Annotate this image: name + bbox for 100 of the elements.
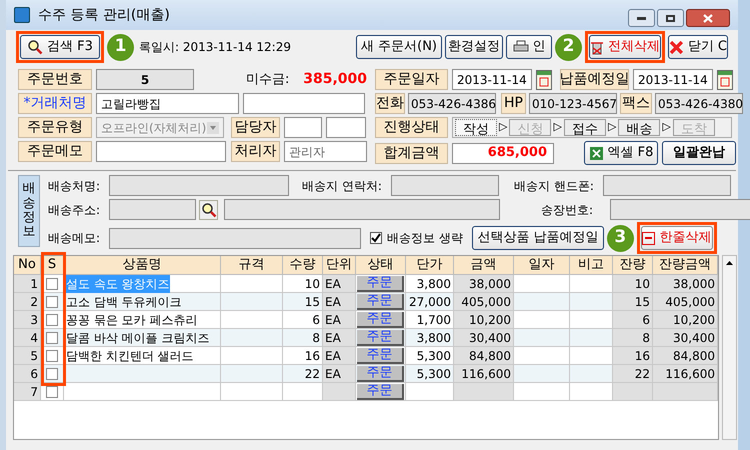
input-field[interactable] <box>391 175 499 196</box>
status-button[interactable]: 주문 <box>357 276 404 292</box>
field-label: 주문번호 <box>18 69 92 90</box>
input-field[interactable]: 053-426-4380 <box>655 93 743 114</box>
status-step[interactable]: 작성 <box>455 119 497 136</box>
table-cell: 담백한 치킨텐더 샐러드 <box>64 347 221 365</box>
table-cell: 10 <box>613 275 653 293</box>
close-window-button[interactable]: 닫기 C <box>668 35 728 59</box>
table-cell: 6 <box>283 311 323 329</box>
calendar-icon[interactable] <box>717 70 733 90</box>
input-field[interactable] <box>96 141 226 162</box>
row-checkbox[interactable] <box>46 368 58 380</box>
input-field[interactable] <box>610 199 750 220</box>
table-cell <box>221 347 283 365</box>
table-cell: 8 <box>613 329 653 347</box>
table-cell <box>514 383 570 401</box>
table-cell <box>570 347 613 365</box>
status-step[interactable]: 접수 <box>564 119 606 136</box>
step-badge: 1 <box>107 34 134 60</box>
field-label: 주문유형 <box>18 117 92 138</box>
table-cell: 8 <box>283 329 323 347</box>
input-field[interactable]: 관리자 <box>284 141 367 162</box>
table-cell: 38,000 <box>653 275 718 293</box>
table-cell: 5,300 <box>406 365 454 383</box>
trash-icon <box>590 40 604 54</box>
complete-all-button[interactable]: 일괄완납 <box>662 141 736 165</box>
toolbar-button[interactable]: 새 주문서(N) <box>356 35 442 59</box>
input-field[interactable] <box>109 175 289 196</box>
print-button[interactable]: 인 <box>506 35 552 59</box>
field-label: 주문일자 <box>375 69 448 90</box>
status-button[interactable]: 주문 <box>357 330 404 346</box>
input-field[interactable] <box>326 117 366 138</box>
table-cell <box>653 383 718 401</box>
close-icon <box>703 14 713 22</box>
input-field[interactable] <box>109 199 196 220</box>
input-field[interactable] <box>243 93 365 114</box>
unpaid-label: 미수금: <box>246 70 290 89</box>
input-field[interactable] <box>603 175 731 196</box>
scrollbar[interactable] <box>722 255 737 440</box>
input-field[interactable] <box>284 117 322 138</box>
delete-row-button[interactable]: 한줄삭제 <box>640 226 713 250</box>
search-button[interactable]: 검색 F3 <box>20 35 100 59</box>
table-cell: 고소 담백 두유케이크 <box>64 293 221 311</box>
row-checkbox[interactable] <box>46 386 58 398</box>
address-search-button[interactable] <box>199 200 218 220</box>
table-cell: 7 <box>14 383 41 401</box>
table-cell: 3,800 <box>406 275 454 293</box>
status-button[interactable]: 주문 <box>357 348 404 364</box>
shipping-name-label: 배송처명: <box>48 178 102 194</box>
input-field[interactable]: 2013-11-14 <box>452 69 532 90</box>
input-field[interactable]: 고릴라빵집 <box>96 93 239 114</box>
row-checkbox[interactable] <box>46 314 58 326</box>
table-cell: 30,400 <box>653 329 718 347</box>
table-cell: EA <box>323 347 356 365</box>
field-label: 팩스 <box>620 93 652 114</box>
row-checkbox[interactable] <box>46 332 58 344</box>
status-button[interactable]: 주문 <box>357 312 404 328</box>
table-cell: 38,000 <box>454 275 514 293</box>
spreadsheet-icon <box>588 146 604 160</box>
status-step[interactable]: 배송 <box>618 119 660 136</box>
table-cell: 3 <box>14 311 41 329</box>
maximize-button[interactable] <box>657 9 684 27</box>
shipping-memo-label: 배송메모: <box>48 230 102 247</box>
input-field[interactable]: 685,000 <box>452 142 554 164</box>
input-field[interactable]: 2013-11-14 <box>633 69 713 90</box>
input-field[interactable]: 053-426-4386 <box>408 93 496 114</box>
shipping-contact-label: 배송지 연락처: <box>302 178 383 194</box>
table-cell: 5,300 <box>406 347 454 365</box>
input-field[interactable]: 5 <box>96 69 194 90</box>
field-label: 주문메모 <box>18 141 92 162</box>
set-due-date-button[interactable]: 선택상품 납품예정일 <box>472 226 604 250</box>
table-cell: 4 <box>14 329 41 347</box>
row-checkbox[interactable] <box>46 296 58 308</box>
minus-icon <box>642 232 656 244</box>
input-field[interactable]: 010-123-4567 <box>529 93 617 114</box>
minimize-button[interactable] <box>628 9 655 27</box>
shipping-info-tab[interactable]: 배송정보 <box>18 175 40 247</box>
status-button[interactable]: 주문 <box>357 294 404 310</box>
table-cell: 2 <box>14 293 41 311</box>
calendar-icon[interactable] <box>536 70 552 90</box>
app-icon <box>14 7 30 23</box>
status-button[interactable]: 주문 <box>357 384 404 400</box>
row-checkbox[interactable] <box>46 350 58 362</box>
table-cell: 84,800 <box>653 347 718 365</box>
table-cell: 30,400 <box>454 329 514 347</box>
toolbar-button[interactable]: 환경설정 <box>445 35 503 59</box>
input-field[interactable] <box>109 228 361 248</box>
search-icon <box>200 202 216 218</box>
input-field[interactable] <box>224 199 500 220</box>
row-checkbox[interactable] <box>46 278 58 290</box>
close-button[interactable] <box>686 9 730 27</box>
field-label: HP <box>501 93 526 114</box>
status-button[interactable]: 주문 <box>357 366 404 382</box>
step-badge: 2 <box>555 34 582 60</box>
table-cell: EA <box>323 365 356 383</box>
table-cell: 15 <box>283 293 323 311</box>
delete-all-button[interactable]: 전체삭제 <box>589 35 661 59</box>
checkbox[interactable] <box>370 232 382 244</box>
table-cell: 405,000 <box>454 293 514 311</box>
excel-button[interactable]: 엑셀 F8 <box>584 141 658 165</box>
